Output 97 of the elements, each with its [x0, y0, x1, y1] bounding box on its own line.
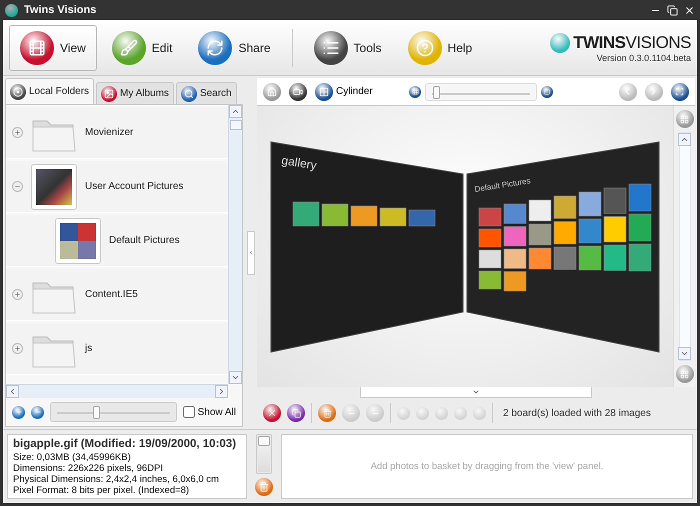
- folder-name[interactable]: Movienizer: [85, 127, 134, 138]
- chevron-right-icon: [217, 387, 226, 396]
- checkbox-label[interactable]: Show All: [198, 406, 236, 418]
- grid-icon: [412, 88, 419, 95]
- basket-hint: Add photos to basket by dragging from the 'view' panel.: [370, 461, 604, 472]
- view-mode-button[interactable]: Cylinder: [315, 82, 373, 100]
- folder-name[interactable]: js: [85, 343, 92, 354]
- expand-toggle[interactable]: [12, 289, 23, 300]
- basket-button[interactable]: [255, 478, 273, 496]
- chevron-down-icon: [680, 349, 689, 358]
- status-text: 2 board(s) loaded with 28 images: [503, 408, 651, 418]
- remove-board-button[interactable]: [263, 404, 281, 422]
- brush-icon: [120, 38, 138, 56]
- grid-icon: [319, 86, 329, 96]
- slider-thumb[interactable]: [432, 86, 440, 98]
- chevron-up-icon: [231, 107, 240, 116]
- window-title: Twins Visions: [24, 4, 98, 16]
- plus-icon: [14, 345, 21, 352]
- app-logo-icon: [5, 4, 18, 16]
- logo-icon: [550, 32, 570, 52]
- file-info-line: Size: 0,03MB (34,45996KB): [13, 452, 132, 463]
- photo-boards-drawing: gallery Default Pictures: [265, 132, 665, 362]
- collapse-panel-button[interactable]: [247, 230, 255, 274]
- expand-drawer-button[interactable]: [360, 387, 592, 398]
- camera-button[interactable]: [289, 82, 307, 100]
- home-button[interactable]: [263, 82, 281, 100]
- chevron-left-icon: [8, 387, 17, 396]
- panel-tab[interactable]: Search: [176, 82, 237, 104]
- expand-toggle[interactable]: [12, 127, 23, 138]
- toolbar-button[interactable]: Edit: [100, 24, 184, 70]
- panel-tab[interactable]: Local Folders: [5, 78, 94, 104]
- copy-icon: [292, 408, 300, 418]
- small-grid-button[interactable]: [409, 86, 422, 98]
- board-size-slider[interactable]: [425, 82, 538, 100]
- grid-icon: [680, 114, 689, 124]
- toolbar-button[interactable]: View: [9, 24, 97, 70]
- fullscreen-icon: [675, 87, 684, 96]
- file-info-line: Physical Dimensions: 2,4x2,4 inches, 6,0x6,0 cm: [13, 474, 220, 485]
- panel-tab[interactable]: My Albums: [96, 82, 174, 104]
- toolbar-button[interactable]: Tools: [302, 24, 393, 70]
- version-text: Version 0.3.0.1104.beta: [596, 52, 691, 62]
- expand-toggle[interactable]: [12, 343, 23, 354]
- folder-name[interactable]: User Account Pictures: [85, 181, 184, 192]
- close-icon[interactable]: [684, 4, 695, 16]
- restore-icon[interactable]: [667, 4, 678, 16]
- minus-icon: [14, 183, 21, 190]
- home-icon: [267, 86, 277, 96]
- chevron-up-icon: [680, 135, 689, 144]
- zoom-out-button[interactable]: [31, 406, 44, 418]
- logo-text: TWINSVISIONS: [573, 32, 691, 52]
- checkbox[interactable]: [182, 406, 195, 418]
- fullscreen-button[interactable]: [670, 82, 689, 100]
- plus-icon: [14, 408, 22, 416]
- folder-thumbnail: [55, 218, 101, 264]
- basket-icon: [322, 408, 332, 418]
- scroll-up-button[interactable]: [678, 133, 691, 146]
- film-icon: [28, 38, 46, 56]
- thumbnail-size-slider[interactable]: [50, 402, 177, 422]
- file-info-line: Dimensions: 226x226 pixels, 96DPI: [13, 463, 164, 474]
- scrollbar-thumb[interactable]: [230, 120, 242, 130]
- board-list-button[interactable]: [676, 110, 694, 128]
- help-icon: [416, 38, 434, 56]
- file-title: bigapple.gif (Modified: 19/09/2000, 10:03): [13, 438, 238, 450]
- chevron-down-icon: [472, 388, 480, 396]
- board-list-button[interactable]: [676, 365, 694, 383]
- basket-icon: [259, 482, 269, 492]
- scroll-right-button[interactable]: [215, 385, 228, 398]
- zoom-in-button[interactable]: [12, 406, 25, 418]
- basket-button[interactable]: [318, 404, 336, 422]
- plus-icon: [14, 291, 21, 298]
- square-icon: [544, 88, 550, 94]
- scroll-down-button[interactable]: [229, 371, 242, 384]
- chevron-left-icon: [248, 249, 254, 256]
- disk-icon: [13, 86, 23, 96]
- grid-icon: [680, 370, 689, 378]
- file-info-line: Pixel Format: 8 bits per pixel. (Indexed=8): [13, 485, 190, 496]
- back-button[interactable]: [618, 82, 637, 100]
- chevron-down-icon: [231, 373, 240, 382]
- arrows-icon: [206, 38, 224, 56]
- forward-button[interactable]: [644, 82, 663, 100]
- scroll-up-button[interactable]: [229, 105, 242, 118]
- scroll-left-button[interactable]: [6, 385, 19, 398]
- collapse-toggle[interactable]: [12, 181, 23, 192]
- album-icon: [104, 88, 114, 98]
- scroll-down-button[interactable]: [678, 347, 691, 360]
- slider-thumb[interactable]: [93, 406, 100, 419]
- folder-thumbnail: [31, 164, 77, 210]
- folder-name[interactable]: Content.IE5: [85, 289, 138, 300]
- camera-icon: [293, 86, 303, 96]
- duplicate-board-button[interactable]: [287, 404, 305, 422]
- folder-name[interactable]: Default Pictures: [109, 235, 180, 246]
- toolbar-button[interactable]: Help: [396, 24, 484, 70]
- toolbar-button[interactable]: Share: [187, 24, 282, 70]
- plus-icon: [14, 129, 21, 136]
- large-square-button[interactable]: [541, 86, 554, 98]
- search-icon: [184, 88, 194, 98]
- close-icon: [267, 408, 277, 418]
